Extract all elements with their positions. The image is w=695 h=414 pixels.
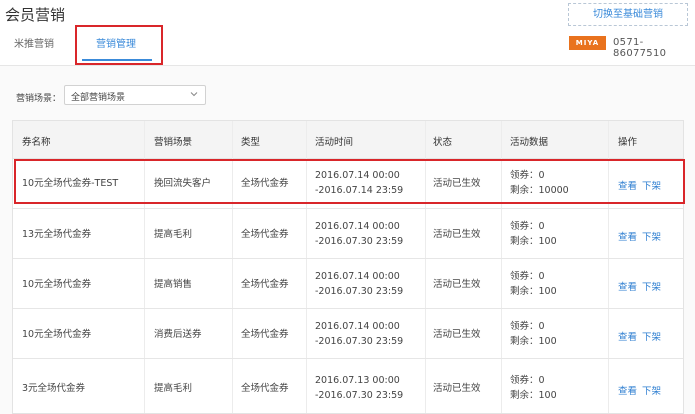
take-offline-link[interactable]: 下架 [642,329,661,343]
brand-logo: MIYA [569,36,606,50]
col-header-name: 券名称 [22,137,51,148]
coupon-scene: 提高销售 [154,279,193,290]
claimed-count: 领券：0 [510,221,545,232]
coupon-name: 3元全场代金券 [22,383,86,394]
view-link[interactable]: 查看 [618,279,637,293]
col-header-status: 状态 [433,137,453,148]
take-offline-link[interactable]: 下架 [642,383,661,397]
coupon-name: 10元全场代金券 [22,329,92,340]
view-link[interactable]: 查看 [618,229,637,243]
remaining-count: 剩余：100 [510,286,557,297]
view-link[interactable]: 查看 [618,329,637,343]
remaining-count: 剩余：100 [510,336,557,347]
table-header: 券名称 营销场景 类型 活动时间 状态 活动数据 操作 [13,121,683,159]
coupon-status: 活动已生效 [433,279,481,290]
table-row: 13元全场代金券 提高毛利 全场代金券 2016.07.14 00:00 -20… [13,209,683,259]
chevron-down-icon [190,92,198,97]
col-header-type: 类型 [241,137,261,148]
col-header-data: 活动数据 [510,137,549,148]
coupon-status: 活动已生效 [433,229,481,240]
take-offline-link[interactable]: 下架 [642,279,661,293]
coupon-status: 活动已生效 [433,329,481,340]
time-end: -2016.07.30 23:59 [315,286,404,297]
coupon-scene: 提高毛利 [154,229,193,240]
scene-filter-label: 营销场景： [16,94,62,104]
page-title: 会员营销 [5,6,66,24]
coupon-type: 全场代金券 [241,329,289,340]
time-end: -2016.07.30 23:59 [315,236,404,247]
coupon-name: 10元全场代金券 [22,279,92,290]
coupon-scene: 提高毛利 [154,383,193,394]
coupon-scene: 消费后送券 [154,329,202,340]
col-header-scene: 营销场景 [154,137,193,148]
tab-mitui-marketing[interactable]: 米推营销 [14,36,54,60]
time-end: -2016.07.30 23:59 [315,390,404,401]
col-header-time: 活动时间 [315,137,354,148]
claimed-count: 领券：0 [510,375,545,386]
table-row: 10元全场代金券 消费后送券 全场代金券 2016.07.14 00:00 -2… [13,309,683,359]
time-start: 2016.07.14 00:00 [315,221,400,232]
highlight-box-tab [75,25,163,65]
time-start: 2016.07.13 00:00 [315,375,400,386]
coupon-type: 全场代金券 [241,279,289,290]
coupon-type: 全场代金券 [241,383,289,394]
scene-filter-value: 全部营销场景 [71,93,126,103]
table-row: 10元全场代金券 提高销售 全场代金券 2016.07.14 00:00 -20… [13,259,683,309]
take-offline-link[interactable]: 下架 [642,229,661,243]
support-phone: 0571-86077510 [613,37,667,59]
time-start: 2016.07.14 00:00 [315,321,400,332]
claimed-count: 领券：0 [510,321,545,332]
coupon-name: 13元全场代金券 [22,229,92,240]
switch-to-basic-marketing-button[interactable]: 切换至基础营销 [568,3,688,26]
scene-filter-select[interactable]: 全部营销场景 [64,85,206,105]
coupon-type: 全场代金券 [241,229,289,240]
col-header-actions: 操作 [618,137,638,148]
time-start: 2016.07.14 00:00 [315,271,400,282]
remaining-count: 剩余：100 [510,236,557,247]
coupon-status: 活动已生效 [433,383,481,394]
table-row: 3元全场代金券 提高毛利 全场代金券 2016.07.13 00:00 -201… [13,359,683,409]
view-link[interactable]: 查看 [618,383,637,397]
time-end: -2016.07.30 23:59 [315,336,404,347]
highlight-box-row [14,159,685,204]
claimed-count: 领券：0 [510,271,545,282]
remaining-count: 剩余：100 [510,390,557,401]
